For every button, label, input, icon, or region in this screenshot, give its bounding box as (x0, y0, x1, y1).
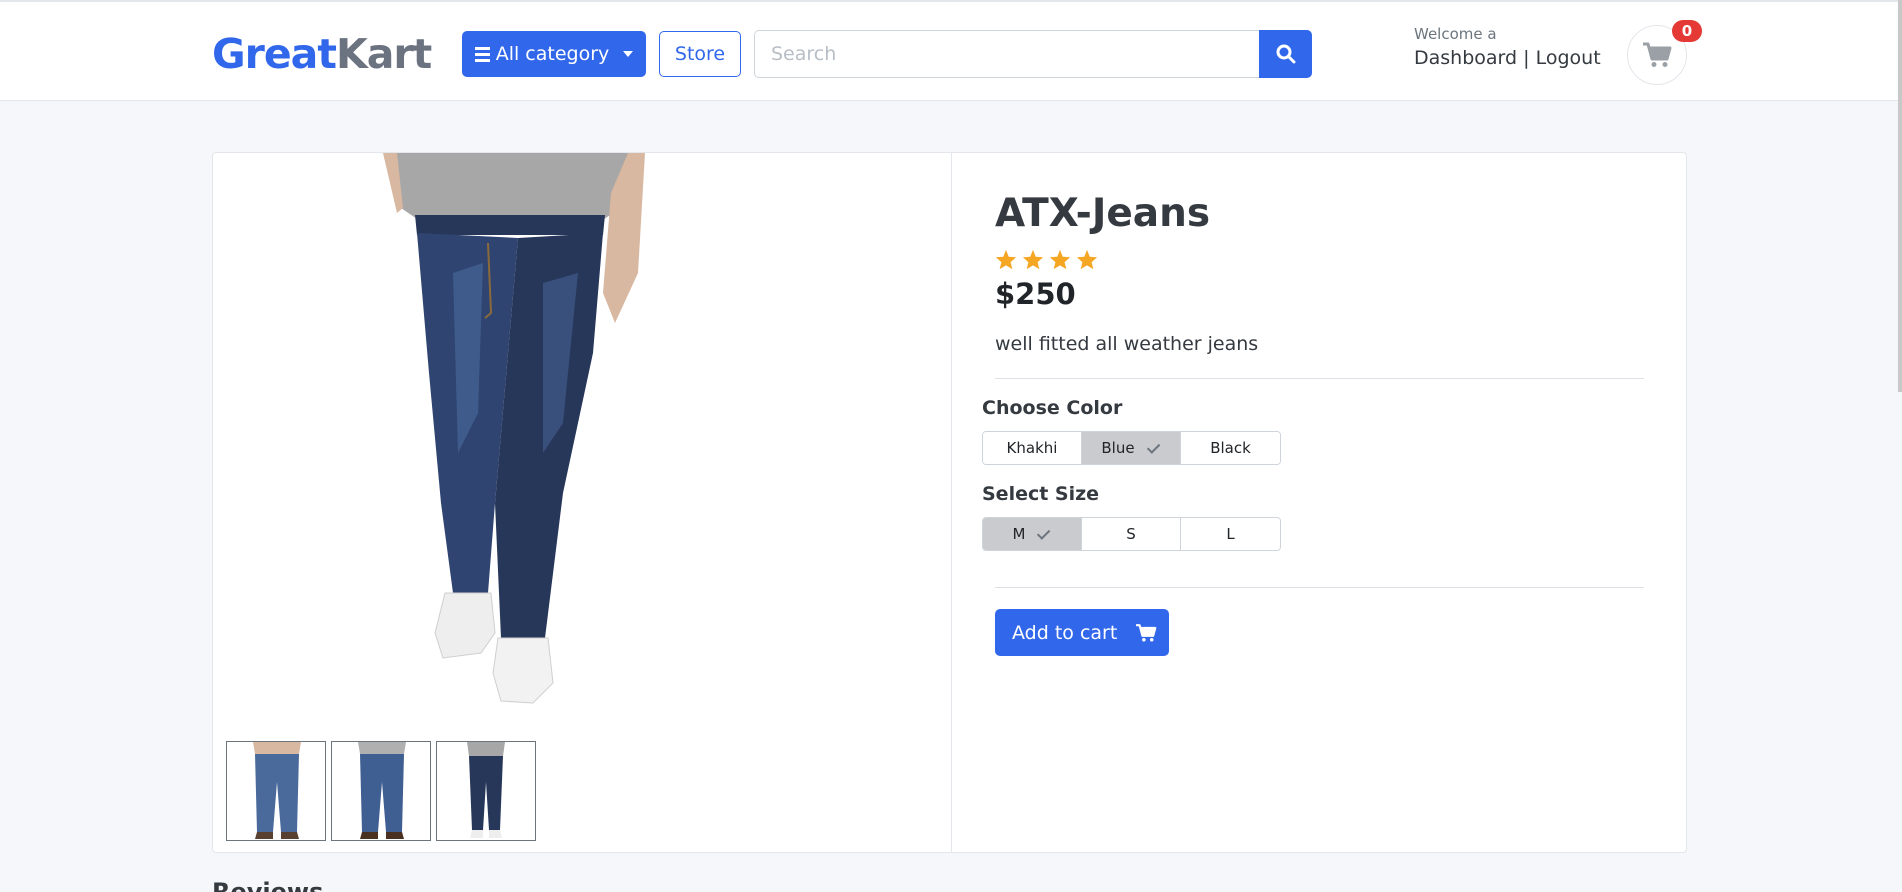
link-separator: | (1523, 47, 1530, 69)
size-option-label: S (1126, 525, 1136, 543)
color-option-khakhi[interactable]: Khakhi (983, 432, 1082, 464)
color-option-label: Khakhi (1006, 439, 1058, 457)
logo-text-kart: Kart (335, 30, 432, 78)
logo-text-great: Great (212, 30, 337, 78)
product-card: ATX-Jeans $250 well fitted all weather j… (212, 152, 1687, 853)
dashboard-link[interactable]: Dashboard (1414, 47, 1517, 69)
logo[interactable]: GreatKart (212, 28, 432, 80)
menu-icon (474, 46, 490, 62)
check-icon (1037, 525, 1051, 540)
color-selector: Khakhi Blue Black (982, 431, 1281, 465)
product-main-image (383, 153, 673, 717)
star-icon (995, 249, 1017, 270)
store-button[interactable]: Store (659, 31, 741, 77)
size-label: Select Size (982, 483, 1100, 505)
cart-count-badge: 0 (1672, 20, 1702, 42)
shopping-cart-icon (1136, 623, 1157, 642)
product-thumbnail-1[interactable] (226, 741, 326, 841)
search-input[interactable] (754, 30, 1260, 78)
rating-stars (995, 249, 1098, 270)
welcome-text: Welcome a (1414, 25, 1497, 43)
logout-link[interactable]: Logout (1536, 47, 1601, 69)
store-label: Store (674, 43, 726, 65)
caret-down-icon (623, 51, 634, 57)
color-option-black[interactable]: Black (1181, 432, 1280, 464)
size-option-label: M (1012, 525, 1026, 543)
size-selector: M S L (982, 517, 1281, 551)
color-label: Choose Color (982, 397, 1123, 419)
divider (995, 378, 1644, 379)
color-option-label: Blue (1101, 439, 1135, 457)
product-title: ATX-Jeans (995, 191, 1211, 236)
product-description: well fitted all weather jeans (995, 333, 1259, 355)
search-button[interactable] (1259, 30, 1312, 78)
shopping-cart-icon (1643, 42, 1672, 67)
size-option-l[interactable]: L (1181, 518, 1280, 550)
star-icon (1022, 249, 1044, 270)
product-thumbnail-3[interactable] (436, 741, 536, 841)
product-thumbnail-2[interactable] (331, 741, 431, 841)
all-category-button[interactable]: All category (462, 31, 646, 77)
site-header: GreatKart All category Store Welcome a D… (0, 0, 1902, 101)
size-option-s[interactable]: S (1082, 518, 1181, 550)
size-option-label: L (1226, 525, 1235, 543)
star-icon (1049, 249, 1071, 270)
reviews-heading: Reviews (212, 878, 324, 892)
star-icon (1076, 249, 1098, 270)
account-links: Dashboard | Logout (1414, 47, 1601, 69)
add-to-cart-button[interactable]: Add to cart (995, 609, 1169, 656)
check-icon (1146, 439, 1160, 454)
search-icon (1276, 44, 1295, 64)
add-to-cart-label: Add to cart (1012, 621, 1118, 644)
scrollbar[interactable] (1898, 0, 1902, 392)
product-price: $250 (995, 277, 1076, 311)
color-option-label: Black (1210, 439, 1251, 457)
all-category-label: All category (495, 43, 610, 65)
card-divider (951, 153, 952, 852)
divider (995, 587, 1644, 588)
color-option-blue[interactable]: Blue (1082, 432, 1181, 464)
size-option-m[interactable]: M (983, 518, 1082, 550)
